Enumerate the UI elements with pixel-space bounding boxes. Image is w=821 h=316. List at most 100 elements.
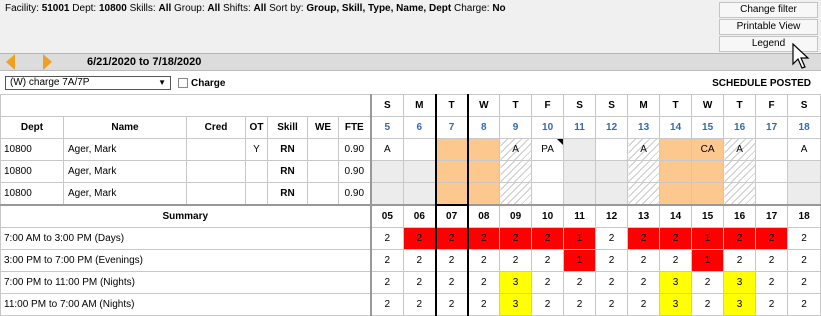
schedule-cell[interactable] bbox=[563, 182, 597, 206]
schedule-cell[interactable]: A bbox=[499, 138, 533, 161]
schedule-cell[interactable] bbox=[595, 182, 629, 206]
summary-count[interactable]: 2 bbox=[595, 293, 629, 316]
day-number[interactable]: 9 bbox=[499, 116, 533, 139]
schedule-cell[interactable] bbox=[691, 182, 725, 206]
schedule-cell[interactable]: A bbox=[369, 138, 405, 161]
summary-count[interactable]: 1 bbox=[563, 249, 597, 272]
schedule-cell[interactable]: PA bbox=[531, 138, 565, 161]
schedule-cell[interactable] bbox=[595, 138, 629, 161]
schedule-cell[interactable] bbox=[531, 182, 565, 206]
summary-count[interactable]: 2 bbox=[369, 293, 405, 316]
column-header-skill[interactable]: Skill bbox=[267, 116, 308, 139]
summary-count[interactable]: 3 bbox=[499, 271, 533, 294]
schedule-cell[interactable] bbox=[627, 160, 661, 183]
printable-view-button[interactable]: Printable View bbox=[719, 19, 818, 35]
summary-count[interactable]: 2 bbox=[563, 293, 597, 316]
schedule-cell[interactable] bbox=[499, 182, 533, 206]
previous-period-arrow-icon[interactable] bbox=[6, 54, 15, 70]
summary-count[interactable]: 2 bbox=[595, 227, 629, 250]
schedule-cell[interactable] bbox=[691, 160, 725, 183]
summary-count[interactable]: 1 bbox=[691, 249, 725, 272]
column-header-cred[interactable]: Cred bbox=[186, 116, 246, 139]
summary-count[interactable]: 2 bbox=[787, 227, 821, 250]
column-header-we[interactable]: WE bbox=[307, 116, 339, 139]
summary-count[interactable]: 2 bbox=[403, 227, 437, 250]
summary-count[interactable]: 2 bbox=[787, 293, 821, 316]
summary-count[interactable]: 2 bbox=[369, 271, 405, 294]
schedule-cell[interactable] bbox=[659, 182, 693, 206]
summary-count[interactable]: 1 bbox=[691, 227, 725, 250]
schedule-cell[interactable]: A bbox=[723, 138, 757, 161]
summary-count[interactable]: 2 bbox=[467, 271, 501, 294]
staff-name[interactable]: Ager, Mark bbox=[63, 182, 187, 206]
schedule-cell[interactable] bbox=[787, 182, 821, 206]
schedule-cell[interactable] bbox=[627, 182, 661, 206]
day-number[interactable]: 13 bbox=[627, 116, 661, 139]
schedule-cell[interactable] bbox=[755, 182, 789, 206]
schedule-cell[interactable] bbox=[369, 182, 405, 206]
summary-count[interactable]: 2 bbox=[403, 249, 437, 272]
next-period-arrow-icon[interactable] bbox=[43, 54, 52, 70]
schedule-cell[interactable] bbox=[434, 182, 469, 206]
day-number[interactable]: 7 bbox=[434, 116, 469, 139]
summary-count[interactable]: 2 bbox=[434, 271, 469, 294]
schedule-cell[interactable] bbox=[499, 160, 533, 183]
schedule-cell[interactable] bbox=[434, 160, 469, 183]
summary-count[interactable]: 2 bbox=[434, 249, 469, 272]
summary-count[interactable]: 2 bbox=[403, 293, 437, 316]
summary-count[interactable]: 2 bbox=[627, 227, 661, 250]
summary-count[interactable]: 2 bbox=[627, 271, 661, 294]
schedule-cell[interactable] bbox=[787, 160, 821, 183]
schedule-cell[interactable] bbox=[403, 182, 437, 206]
summary-count[interactable]: 3 bbox=[659, 293, 693, 316]
summary-count[interactable]: 2 bbox=[467, 249, 501, 272]
day-number[interactable]: 12 bbox=[595, 116, 629, 139]
staff-name[interactable]: Ager, Mark bbox=[63, 138, 187, 161]
schedule-cell[interactable] bbox=[467, 182, 501, 206]
day-number[interactable]: 14 bbox=[659, 116, 693, 139]
summary-count[interactable]: 2 bbox=[723, 249, 757, 272]
schedule-cell[interactable] bbox=[563, 138, 597, 161]
schedule-cell[interactable]: CA bbox=[691, 138, 725, 161]
summary-count[interactable]: 2 bbox=[467, 293, 501, 316]
schedule-cell[interactable] bbox=[723, 160, 757, 183]
summary-count[interactable]: 3 bbox=[659, 271, 693, 294]
day-number[interactable]: 6 bbox=[403, 116, 437, 139]
day-number[interactable]: 17 bbox=[755, 116, 789, 139]
schedule-cell[interactable]: A bbox=[787, 138, 821, 161]
summary-count[interactable]: 2 bbox=[755, 271, 789, 294]
schedule-cell[interactable] bbox=[369, 160, 405, 183]
day-number[interactable]: 10 bbox=[531, 116, 565, 139]
day-number[interactable]: 5 bbox=[369, 116, 405, 139]
summary-count[interactable]: 2 bbox=[499, 227, 533, 250]
summary-count[interactable]: 2 bbox=[531, 249, 565, 272]
column-header-ot[interactable]: OT bbox=[245, 116, 268, 139]
summary-count[interactable]: 2 bbox=[434, 227, 469, 250]
summary-count[interactable]: 2 bbox=[659, 249, 693, 272]
summary-count[interactable]: 2 bbox=[563, 271, 597, 294]
summary-count[interactable]: 2 bbox=[627, 249, 661, 272]
shift-select[interactable]: (W) charge 7A/7P ▼ bbox=[5, 76, 171, 90]
change-filter-button[interactable]: Change filter bbox=[719, 2, 818, 18]
summary-count[interactable]: 2 bbox=[691, 271, 725, 294]
schedule-cell[interactable] bbox=[659, 138, 693, 161]
summary-count[interactable]: 2 bbox=[723, 227, 757, 250]
summary-count[interactable]: 2 bbox=[467, 227, 501, 250]
summary-count[interactable]: 2 bbox=[627, 293, 661, 316]
column-header-dept[interactable]: Dept bbox=[0, 116, 64, 139]
summary-count[interactable]: 2 bbox=[659, 227, 693, 250]
summary-count[interactable]: 2 bbox=[755, 227, 789, 250]
summary-count[interactable]: 2 bbox=[531, 293, 565, 316]
schedule-cell[interactable] bbox=[403, 160, 437, 183]
charge-checkbox[interactable] bbox=[178, 78, 188, 88]
summary-count[interactable]: 2 bbox=[755, 293, 789, 316]
day-number[interactable]: 18 bbox=[787, 116, 821, 139]
schedule-cell[interactable] bbox=[531, 160, 565, 183]
summary-count[interactable]: 3 bbox=[723, 271, 757, 294]
day-number[interactable]: 8 bbox=[467, 116, 501, 139]
day-number[interactable]: 15 bbox=[691, 116, 725, 139]
summary-count[interactable]: 2 bbox=[499, 249, 533, 272]
day-number[interactable]: 11 bbox=[563, 116, 597, 139]
schedule-cell[interactable] bbox=[467, 160, 501, 183]
column-header-name[interactable]: Name bbox=[63, 116, 187, 139]
